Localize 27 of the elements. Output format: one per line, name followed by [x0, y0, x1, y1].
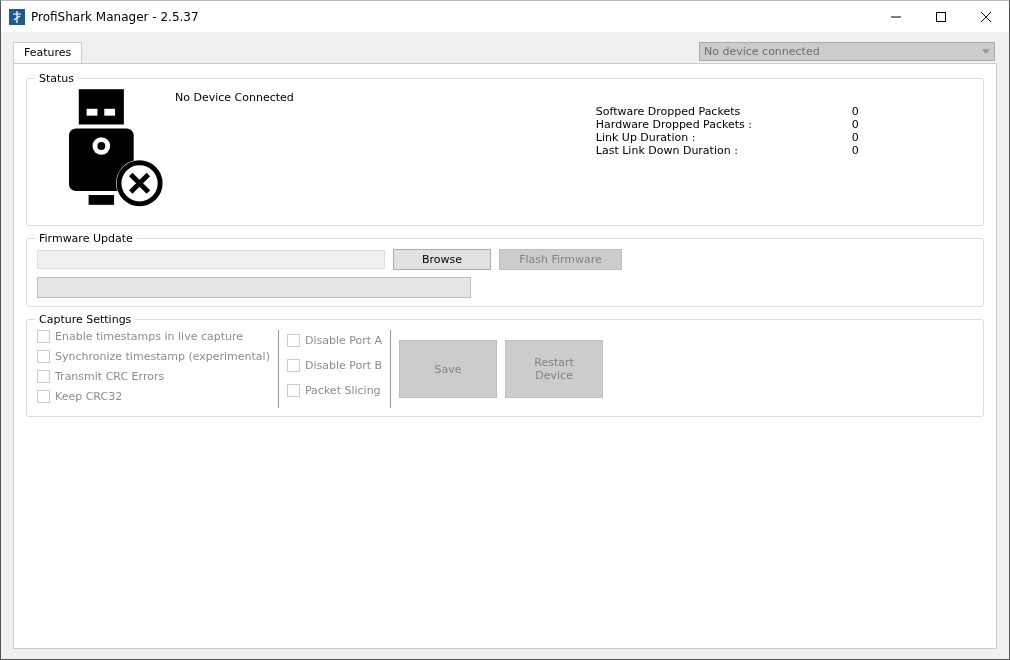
group-title: Firmware Update — [38, 232, 134, 245]
stat-label: Last Link Down Duration : — [595, 144, 739, 157]
stat-value: 0 — [851, 105, 859, 118]
close-icon[interactable] — [981, 11, 991, 22]
app-icon — [9, 8, 25, 25]
stat-label: Software Dropped Packets — [595, 105, 742, 118]
checkbox-label: Disable Port B — [304, 359, 383, 372]
checkbox-label: Enable timestamps in live capture — [55, 330, 244, 343]
checkbox-label: Transmit CRC Errors — [55, 370, 165, 383]
checkbox-label: Disable Port A — [304, 334, 383, 347]
checkbox-label: Synchronize timestamp (experimental) — [55, 350, 270, 363]
checkbox-label: Keep CRC32 — [55, 390, 123, 403]
features-tab[interactable]: Features — [13, 42, 83, 63]
firmware-button[interactable]: Browse — [393, 249, 491, 270]
stat-value: 0 — [851, 131, 859, 144]
window-title: ProfiShark Manager - 2.5.37 — [31, 9, 199, 24]
stat-label: Hardware Dropped Packets : — [595, 118, 754, 131]
firmware-path-field[interactable] — [37, 250, 385, 269]
stat-value: 0 — [851, 118, 859, 131]
group-title: Status — [38, 72, 76, 85]
group-title: Capture Settings — [38, 313, 133, 326]
checkbox-label: Packet Slicing — [304, 384, 381, 397]
maximize-icon[interactable] — [936, 11, 946, 22]
dropdown-arrow-icon — [982, 49, 990, 54]
stat-label: Link Up Duration : — [595, 131, 697, 144]
stat-value: 0 — [851, 144, 859, 157]
status-message: No Device Connected — [175, 91, 294, 106]
